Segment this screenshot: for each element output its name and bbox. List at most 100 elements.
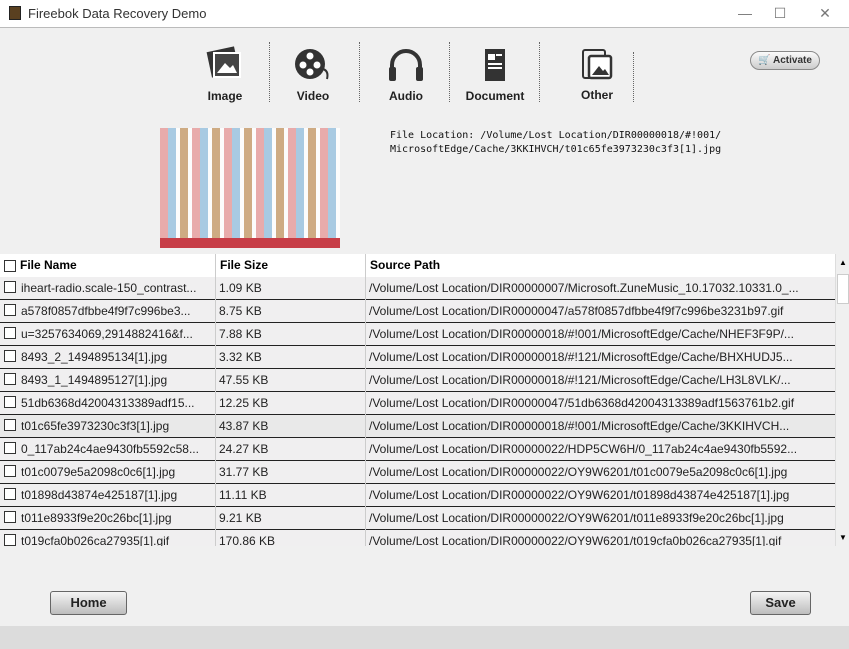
table-row[interactable]: t01c0079e5a2098c0c6[1].jpg 31.77 KB /Vol… xyxy=(0,461,835,484)
table-row[interactable]: a578f0857dfbbe4f9f7c996be3... 8.75 KB /V… xyxy=(0,300,835,323)
title-bar: Fireebok Data Recovery Demo — ☐ ✕ xyxy=(0,0,849,28)
tab-image[interactable]: Image xyxy=(185,45,265,103)
file-location: File Location: /Volume/Lost Location/DIR… xyxy=(390,130,722,155)
table-header: File Name File Size Source Path xyxy=(0,254,835,277)
preview-thumbnail xyxy=(160,128,340,248)
row-checkbox[interactable] xyxy=(4,534,16,546)
cart-icon: 🛒 xyxy=(758,55,771,66)
divider xyxy=(269,42,270,102)
tab-document-label: Document xyxy=(465,89,525,103)
row-checkbox[interactable] xyxy=(4,465,16,477)
table-row[interactable]: 8493_1_1494895127[1].jpg 47.55 KB /Volum… xyxy=(0,369,835,392)
file-name: u=3257634069,2914882416&f... xyxy=(21,327,193,341)
file-size: 11.11 KB xyxy=(219,488,267,502)
app-icon xyxy=(9,6,21,20)
tab-document[interactable]: Document xyxy=(455,47,535,103)
table-row[interactable]: u=3257634069,2914882416&f... 7.88 KB /Vo… xyxy=(0,323,835,346)
tab-video-label: Video xyxy=(296,89,330,103)
file-size: 47.55 KB xyxy=(219,373,269,387)
file-size: 3.32 KB xyxy=(219,350,262,364)
source-path: /Volume/Lost Location/DIR00000018/#!001/… xyxy=(369,327,794,341)
scroll-down-arrow[interactable]: ▼ xyxy=(836,533,849,542)
scroll-up-arrow[interactable]: ▲ xyxy=(836,258,849,267)
table-row[interactable]: 51db6368d42004313389adf15... 12.25 KB /V… xyxy=(0,392,835,415)
tab-audio-label: Audio xyxy=(389,89,423,103)
source-path: /Volume/Lost Location/DIR00000007/Micros… xyxy=(369,281,799,295)
row-checkbox[interactable] xyxy=(4,442,16,454)
row-checkbox[interactable] xyxy=(4,396,16,408)
tab-other-label: Other xyxy=(580,88,613,102)
table-row[interactable]: 8493_2_1494895134[1].jpg 3.32 KB /Volume… xyxy=(0,346,835,369)
file-name: 8493_1_1494895127[1].jpg xyxy=(21,373,168,387)
row-checkbox[interactable] xyxy=(4,350,16,362)
file-size: 31.77 KB xyxy=(219,465,269,479)
source-path: /Volume/Lost Location/DIR00000022/OY9W62… xyxy=(369,488,790,502)
row-checkbox[interactable] xyxy=(4,488,16,500)
table-row[interactable]: t011e8933f9e20c26bc[1].jpg 9.21 KB /Volu… xyxy=(0,507,835,530)
tab-audio[interactable]: Audio xyxy=(366,47,446,103)
headphones-icon xyxy=(389,49,423,81)
file-size: 24.27 KB xyxy=(219,442,269,456)
tab-image-label: Image xyxy=(207,89,243,103)
film-reel-icon xyxy=(295,49,329,80)
file-size: 170.86 KB xyxy=(219,534,276,546)
row-checkbox[interactable] xyxy=(4,373,16,385)
divider xyxy=(633,52,634,102)
save-button[interactable]: Save xyxy=(750,591,811,615)
file-name: iheart-radio.scale-150_contrast... xyxy=(21,281,197,295)
divider xyxy=(359,42,360,102)
row-checkbox[interactable] xyxy=(4,281,16,293)
row-checkbox[interactable] xyxy=(4,419,16,431)
row-checkbox[interactable] xyxy=(4,327,16,339)
select-all-checkbox[interactable] xyxy=(4,260,16,272)
file-size: 9.21 KB xyxy=(219,511,262,525)
window-title: Fireebok Data Recovery Demo xyxy=(28,6,207,21)
column-divider xyxy=(215,254,216,546)
source-path: /Volume/Lost Location/DIR00000022/OY9W62… xyxy=(369,534,782,546)
tab-other[interactable]: Other xyxy=(557,46,637,102)
file-table: File Name File Size Source Path iheart-r… xyxy=(0,254,849,546)
file-size: 43.87 KB xyxy=(219,419,269,433)
column-source-path[interactable]: Source Path xyxy=(370,258,440,272)
table-row[interactable]: 0_117ab24c4ae9430fb5592c58... 24.27 KB /… xyxy=(0,438,835,461)
other-files-icon xyxy=(582,49,613,80)
tab-video[interactable]: Video xyxy=(273,47,353,103)
close-button[interactable]: ✕ xyxy=(810,2,840,24)
file-name: 8493_2_1494895134[1].jpg xyxy=(21,350,168,364)
file-name: 0_117ab24c4ae9430fb5592c58... xyxy=(21,442,199,456)
row-checkbox[interactable] xyxy=(4,511,16,523)
vertical-scrollbar[interactable]: ▲ ▼ xyxy=(835,254,849,546)
document-icon xyxy=(485,49,505,81)
source-path: /Volume/Lost Location/DIR00000047/a578f0… xyxy=(369,304,784,318)
status-bar xyxy=(0,626,849,649)
maximize-button[interactable]: ☐ xyxy=(765,2,795,24)
column-file-size[interactable]: File Size xyxy=(220,258,268,272)
source-path: /Volume/Lost Location/DIR00000022/HDP5CW… xyxy=(369,442,798,456)
file-name: t01c0079e5a2098c0c6[1].jpg xyxy=(21,465,176,479)
file-size: 7.88 KB xyxy=(219,327,262,341)
source-path: /Volume/Lost Location/DIR00000047/51db63… xyxy=(369,396,795,410)
minimize-button[interactable]: — xyxy=(730,2,760,24)
table-row[interactable]: t01c65fe3973230c3f3[1].jpg 43.87 KB /Vol… xyxy=(0,415,835,438)
file-name: t01c65fe3973230c3f3[1].jpg xyxy=(21,419,170,433)
source-path: /Volume/Lost Location/DIR00000018/#!001/… xyxy=(369,419,790,433)
scroll-thumb[interactable] xyxy=(837,274,849,304)
column-divider xyxy=(365,254,366,546)
file-size: 12.25 KB xyxy=(219,396,269,410)
file-name: t011e8933f9e20c26bc[1].jpg xyxy=(21,511,172,525)
source-path: /Volume/Lost Location/DIR00000022/OY9W62… xyxy=(369,465,788,479)
row-checkbox[interactable] xyxy=(4,304,16,316)
source-path: /Volume/Lost Location/DIR00000018/#!121/… xyxy=(369,373,791,387)
home-button[interactable]: Home xyxy=(50,591,127,615)
file-size: 1.09 KB xyxy=(219,281,262,295)
file-name: t019cfa0b026ca27935[1].gif xyxy=(21,534,170,546)
table-row[interactable]: iheart-radio.scale-150_contrast... 1.09 … xyxy=(0,277,835,300)
table-row[interactable]: t01898d43874e425187[1].jpg 11.11 KB /Vol… xyxy=(0,484,835,507)
image-icon xyxy=(206,46,241,78)
activate-button[interactable]: 🛒 Activate xyxy=(750,51,820,70)
divider xyxy=(449,42,450,102)
column-file-name[interactable]: File Name xyxy=(20,258,77,272)
file-name: t01898d43874e425187[1].jpg xyxy=(21,488,178,502)
table-row[interactable]: t019cfa0b026ca27935[1].gif 170.86 KB /Vo… xyxy=(0,530,835,546)
file-name: 51db6368d42004313389adf15... xyxy=(21,396,195,410)
